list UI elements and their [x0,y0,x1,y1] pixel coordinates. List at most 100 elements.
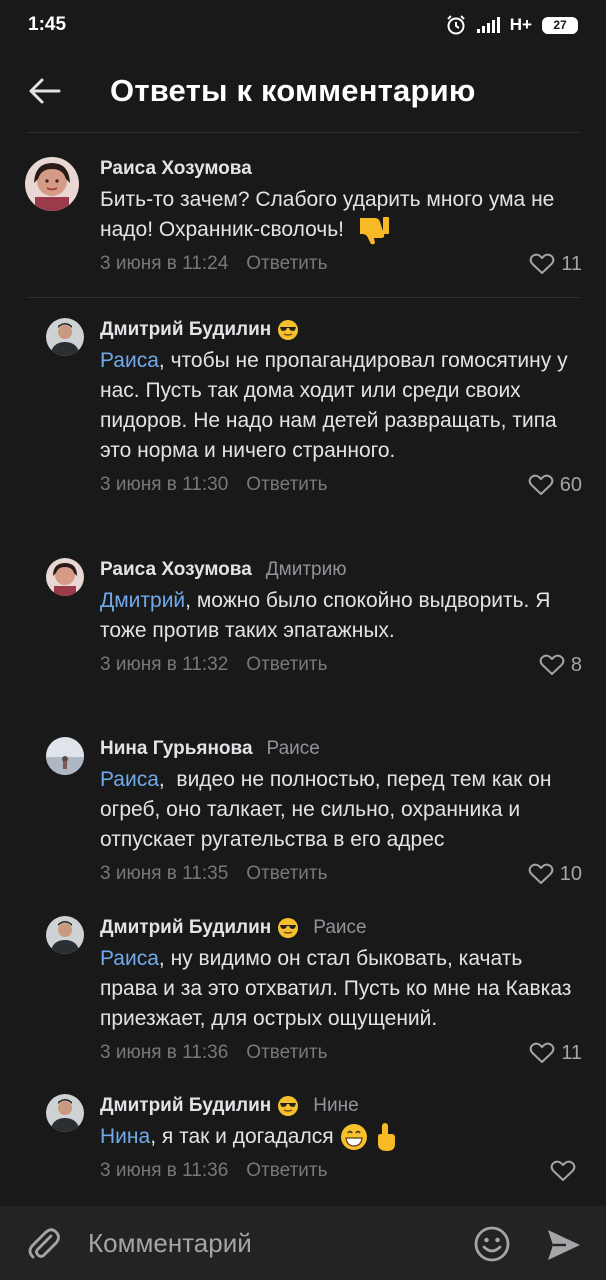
status-bar: 1:45 H+ 27 [0,0,606,50]
thumbs-down-emoji-icon [359,217,389,245]
reply-to-label[interactable]: Дмитрию [266,556,347,584]
heart-icon [529,1042,555,1063]
avatar[interactable] [25,157,79,211]
like-count: 10 [559,862,582,885]
like-button[interactable]: 11 [529,1038,582,1068]
header-divider [26,132,580,133]
header: Ответы к комментарию [0,50,606,132]
comment-meta: 3 июня в 11:30 Ответить 60 [100,470,582,500]
mention-link[interactable]: Раиса [100,349,159,372]
comment-meta: 3 июня в 11:36 Ответить [100,1156,582,1186]
heart-icon [529,254,555,275]
comment-text: Дмитрий, можно было спокойно выдворить. … [100,586,582,646]
mention-link[interactable]: Нина [100,1125,150,1148]
like-count: 11 [561,1041,582,1064]
comment-body: Дмитрий Будилин Раиса, чтобы не пропаган… [100,316,582,500]
avatar[interactable] [46,318,84,356]
comment-text-content: , я так и догадался [150,1125,334,1148]
battery-icon: 27 [542,16,578,34]
comment-author[interactable]: Раиса Хозумова [100,556,252,584]
comment-text: Нина, я так и догадался [100,1122,582,1152]
pointing-up-emoji-icon [377,1123,395,1152]
network-type: H+ [509,15,532,34]
reply-to-label[interactable]: Нине [313,1092,358,1120]
reply-button[interactable]: Ответить [246,474,327,496]
like-button[interactable]: 8 [539,650,582,680]
status-time: 1:45 [28,14,67,35]
comment-header: Раиса Хозумова Дмитрию [100,556,582,584]
like-count: 60 [559,473,582,496]
comment-composer [0,1206,606,1280]
comment-text-content: , видео не полностью, перед тем как он о… [100,768,558,851]
comment-meta: 3 июня в 11:32 Ответить 8 [100,650,582,680]
comment-header: Дмитрий Будилин Раисе [100,914,582,942]
mention-link[interactable]: Раиса [100,947,159,970]
avatar[interactable] [46,1094,84,1132]
like-button[interactable] [550,1156,582,1186]
reply-to-label[interactable]: Раисе [313,914,366,942]
heart-icon [539,654,565,675]
reply-button[interactable]: Ответить [246,1160,327,1182]
comment-header: Дмитрий Будилин Нине [100,1092,582,1120]
sunglasses-emoji-icon [278,1096,299,1116]
page-title: Ответы к комментарию [110,73,476,108]
paperclip-icon[interactable] [24,1224,64,1264]
grinning-emoji-icon [340,1124,367,1151]
comment-date: 3 июня в 11:32 [100,654,229,675]
comment-meta: 3 июня в 11:35 Ответить 10 [100,859,582,889]
heart-icon [528,474,554,495]
like-count: 8 [570,653,582,676]
comment-author[interactable]: Дмитрий Будилин [100,914,271,942]
comment-meta: 3 июня в 11:36 Ответить 11 [100,1038,582,1068]
reply-button[interactable]: Ответить [246,253,327,275]
signal-icon [476,17,500,33]
comment-date: 3 июня в 11:35 [100,863,229,884]
back-button[interactable] [24,71,64,111]
mention-link[interactable]: Дмитрий [100,589,185,612]
like-button[interactable]: 60 [528,470,582,500]
comment-header: Раиса Хозумова [100,155,582,183]
reply-button[interactable]: Ответить [246,1042,327,1064]
comment-input[interactable] [88,1220,448,1266]
comment-text: Раиса, видео не полностью, перед тем как… [100,765,582,855]
comment-text: Раиса, чтобы не пропагандировал гомосяти… [100,346,582,466]
comment-author[interactable]: Нина Гурьянова [100,735,253,763]
comment-body: Дмитрий Будилин Раисе Раиса, ну видимо о… [100,914,582,1068]
comment-text: Бить-то зачем? Слабого ударить много ума… [100,185,582,245]
comment-body: Раиса Хозумова Дмитрию Дмитрий, можно бы… [100,556,582,680]
sunglasses-emoji-icon [278,918,299,938]
avatar[interactable] [46,916,84,954]
comment-body: Дмитрий Будилин Нине Нина, я так и догад… [100,1092,582,1186]
comment-date: 3 июня в 11:36 [100,1160,229,1182]
send-icon[interactable] [546,1228,582,1262]
reply-button[interactable]: Ответить [246,654,327,676]
comment-text: Раиса, ну видимо он стал быковать, качат… [100,944,582,1034]
avatar[interactable] [46,558,84,596]
battery-level: 27 [553,18,567,32]
comment-header: Дмитрий Будилин [100,316,582,344]
thread-divider [26,297,580,298]
comment-text-content: , ну видимо он стал быковать, качать пра… [100,947,572,1030]
heart-icon [550,1161,576,1182]
reply-button[interactable]: Ответить [246,863,327,885]
reply-to-label[interactable]: Раисе [267,735,320,763]
arrow-left-icon [29,78,61,104]
comment-meta: 3 июня в 11:24 Ответить 11 [100,249,582,279]
comment-author[interactable]: Раиса Хозумова [100,155,252,183]
comment-text-content: Бить-то зачем? Слабого ударить много ума… [100,188,555,241]
comment-author[interactable]: Дмитрий Будилин [100,1092,271,1120]
like-count: 11 [561,252,582,275]
comment-date: 3 июня в 11:30 [100,474,229,495]
like-button[interactable]: 10 [528,859,582,889]
sunglasses-emoji-icon [278,320,299,340]
like-button[interactable]: 11 [529,249,582,279]
mention-link[interactable]: Раиса [100,768,159,791]
status-icons: H+ 27 [445,14,578,36]
smile-icon[interactable] [472,1224,512,1264]
comment-text-content: , чтобы не пропагандировал гомосятину у … [100,349,568,462]
avatar[interactable] [46,737,84,775]
comment-header: Нина Гурьянова Раисе [100,735,582,763]
comment-body: Нина Гурьянова Раисе Раиса, видео не пол… [100,735,582,889]
comment-author[interactable]: Дмитрий Будилин [100,316,271,344]
heart-icon [528,863,554,884]
